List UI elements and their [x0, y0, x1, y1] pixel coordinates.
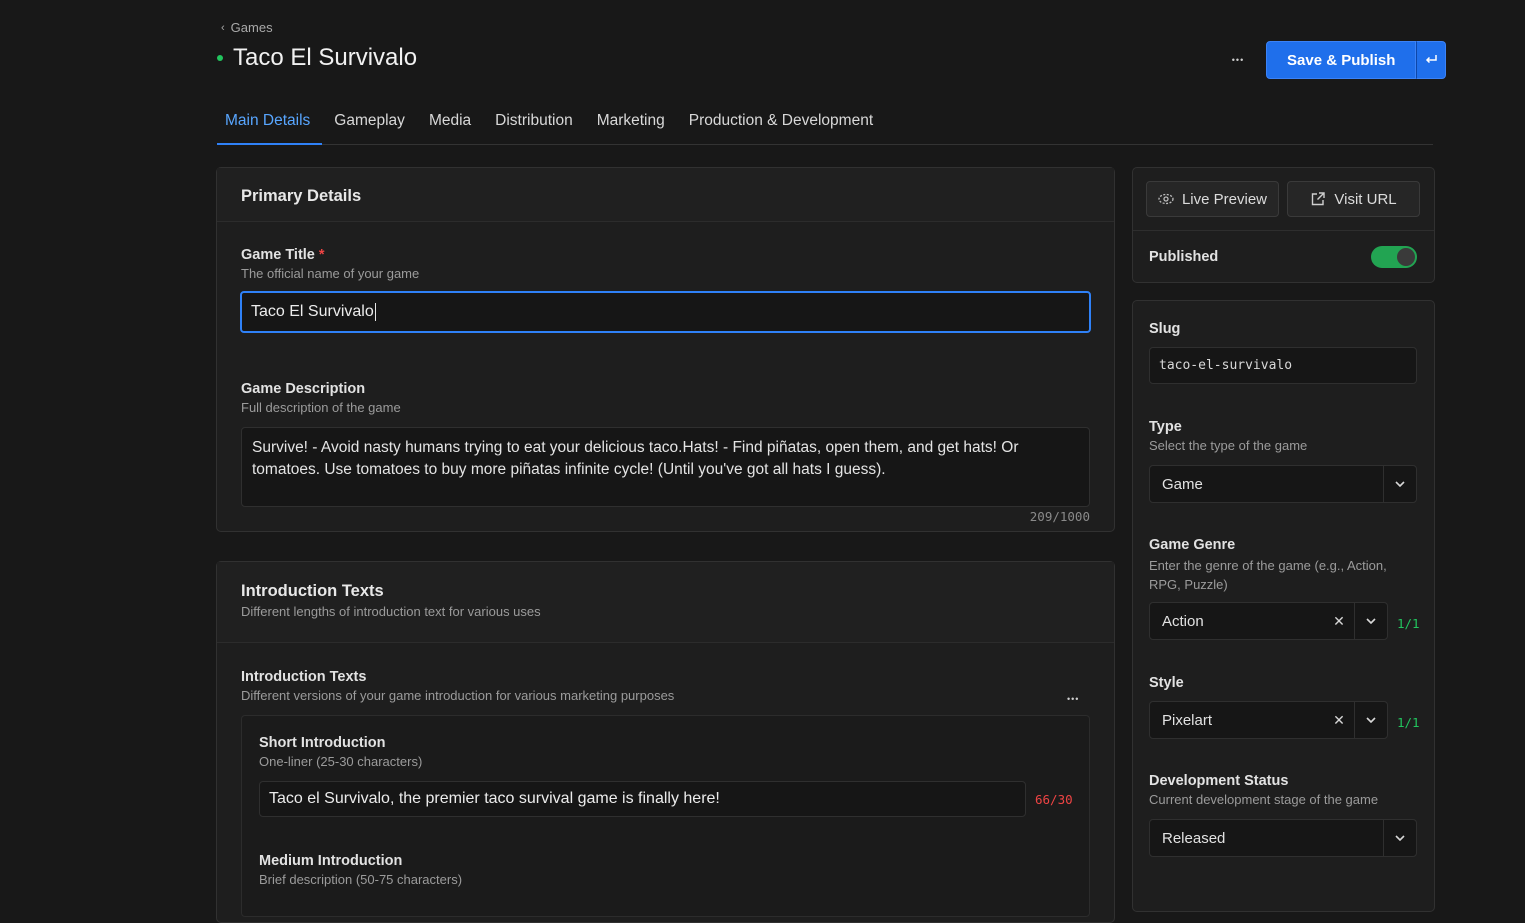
tab-main-details[interactable]: Main Details — [217, 108, 323, 145]
breadcrumb-games[interactable]: Games — [231, 20, 273, 35]
visit-url-button[interactable]: Visit URL — [1287, 181, 1420, 217]
game-metadata-panel: Slug taco-el-survivalo Type Select the t… — [1132, 300, 1435, 912]
style-selected-value: Pixelart — [1162, 711, 1213, 729]
development-status-field: Development Status Current development s… — [1149, 773, 1378, 807]
field-help: Enter the genre of the game (e.g., Actio… — [1149, 558, 1387, 592]
text-cursor — [374, 303, 376, 321]
field-label: Game Genre — [1149, 537, 1236, 553]
field-help: Select the type of the game — [1149, 438, 1308, 453]
development-status-select[interactable]: Released — [1149, 819, 1417, 857]
type-dropdown-toggle[interactable] — [1383, 466, 1416, 502]
required-marker: * — [318, 247, 325, 263]
field-help: Different versions of your game introduc… — [241, 688, 675, 703]
live-preview-label: Live Preview — [1181, 190, 1268, 208]
short-intro-value: Taco el Survivalo, the premier taco surv… — [269, 790, 720, 807]
field-label: Medium Introduction — [259, 853, 403, 869]
more-options-button[interactable]: ••• — [1224, 48, 1252, 72]
panel-header: Introduction Texts Different lengths of … — [217, 562, 1114, 643]
short-intro-field: Short Introduction One-liner (25-30 char… — [259, 735, 422, 769]
tab-distribution[interactable]: Distribution — [483, 108, 585, 143]
more-icon: ••• — [1231, 55, 1245, 65]
live-preview-button[interactable]: Live Preview — [1146, 181, 1279, 217]
genre-count: 1/1 — [1397, 616, 1420, 631]
style-label: Style — [1149, 675, 1184, 691]
field-help: Current development stage of the game — [1149, 792, 1379, 807]
style-select[interactable]: Pixelart ✕ — [1149, 701, 1388, 739]
return-button[interactable] — [1416, 41, 1447, 79]
field-label: Short Introduction — [259, 735, 386, 751]
section-subtitle: Different lengths of introduction text f… — [241, 604, 541, 619]
introduction-texts-panel: Introduction Texts Different lengths of … — [216, 561, 1115, 923]
toggle-knob — [1397, 248, 1415, 266]
chevron-down-icon — [1366, 717, 1376, 723]
chevron-down-icon — [1366, 618, 1376, 624]
slug-input[interactable]: taco-el-survivalo — [1149, 347, 1417, 384]
dev-status-dropdown-toggle[interactable] — [1383, 820, 1416, 856]
dev-status-selected-value: Released — [1162, 829, 1226, 847]
short-intro-char-counter: 66/30 — [1035, 792, 1073, 807]
eye-icon — [1158, 193, 1174, 205]
breadcrumb[interactable]: ‹ Games — [221, 20, 273, 35]
genre-field: Game Genre Enter the genre of the game (… — [1149, 537, 1417, 594]
field-help: Full description of the game — [241, 400, 401, 415]
intro-texts-field: Introduction Texts Different versions of… — [241, 669, 674, 703]
game-description-value: Survive! - Avoid nasty humans trying to … — [252, 439, 1019, 478]
more-icon: ••• — [1067, 694, 1080, 704]
section-title: Primary Details — [241, 187, 362, 205]
field-label: Introduction Texts — [241, 669, 367, 685]
short-intro-input[interactable]: Taco el Survivalo, the premier taco surv… — [259, 781, 1026, 817]
tab-media[interactable]: Media — [417, 108, 483, 143]
slug-value: taco-el-survivalo — [1159, 358, 1293, 373]
chevron-left-icon: ‹ — [221, 21, 225, 34]
game-description-textarea[interactable]: Survive! - Avoid nasty humans trying to … — [241, 427, 1090, 507]
game-description-field: Game Description Full description of the… — [241, 381, 401, 415]
genre-select[interactable]: Action ✕ — [1149, 602, 1388, 640]
tab-gameplay[interactable]: Gameplay — [322, 108, 417, 143]
style-clear-icon[interactable]: ✕ — [1324, 702, 1354, 738]
published-toggle[interactable] — [1371, 246, 1417, 268]
save-publish-button[interactable]: Save & Publish — [1266, 41, 1417, 79]
return-arrow-icon — [1426, 55, 1438, 64]
genre-clear-icon[interactable]: ✕ — [1324, 603, 1354, 639]
field-help: Brief description (50-75 characters) — [259, 872, 463, 887]
page-header: Taco El Survivalo — [217, 44, 417, 72]
status-dot-icon — [217, 55, 223, 61]
section-title: Introduction Texts — [241, 582, 384, 600]
external-link-icon — [1312, 192, 1326, 206]
publish-button-group: Save & Publish — [1266, 41, 1447, 79]
chevron-down-icon — [1395, 835, 1405, 841]
type-field: Type Select the type of the game — [1149, 419, 1307, 453]
panel-header: Primary Details — [217, 168, 1114, 222]
style-count: 1/1 — [1397, 715, 1420, 730]
published-label: Published — [1149, 249, 1219, 265]
publish-status-panel: Live Preview Visit URL Published — [1132, 167, 1435, 283]
field-label: Game Description — [241, 381, 366, 397]
intro-more-button[interactable]: ••• — [1067, 689, 1079, 707]
description-char-counter: 209/1000 — [1029, 509, 1090, 524]
tab-production-development[interactable]: Production & Development — [677, 108, 885, 143]
game-title-input[interactable]: Taco El Survivalo — [240, 291, 1091, 333]
game-title-value: Taco El Survivalo — [251, 303, 374, 320]
primary-details-panel: Primary Details Game Title * The officia… — [216, 167, 1115, 532]
chevron-down-icon — [1395, 481, 1405, 487]
divider — [1133, 230, 1434, 231]
tab-bar: Main Details Gameplay Media Distribution… — [217, 108, 1433, 145]
medium-intro-field: Medium Introduction Brief description (5… — [259, 853, 462, 887]
field-label: Development Status — [1149, 773, 1289, 789]
type-selected-value: Game — [1162, 475, 1203, 493]
intro-list-container: Short Introduction One-liner (25-30 char… — [241, 715, 1090, 917]
field-label: Type — [1149, 419, 1182, 435]
field-help: One-liner (25-30 characters) — [259, 754, 423, 769]
field-label: Game Title — [241, 247, 315, 263]
style-dropdown-toggle[interactable] — [1354, 702, 1387, 738]
field-help: The official name of your game — [241, 266, 420, 281]
game-title-field: Game Title * The official name of your g… — [241, 247, 419, 281]
genre-dropdown-toggle[interactable] — [1354, 603, 1387, 639]
type-select[interactable]: Game — [1149, 465, 1417, 503]
visit-url-label: Visit URL — [1334, 190, 1397, 208]
slug-label: Slug — [1149, 321, 1181, 337]
page-title: Taco El Survivalo — [233, 44, 418, 71]
tab-marketing[interactable]: Marketing — [585, 108, 677, 143]
genre-selected-value: Action — [1162, 612, 1204, 630]
